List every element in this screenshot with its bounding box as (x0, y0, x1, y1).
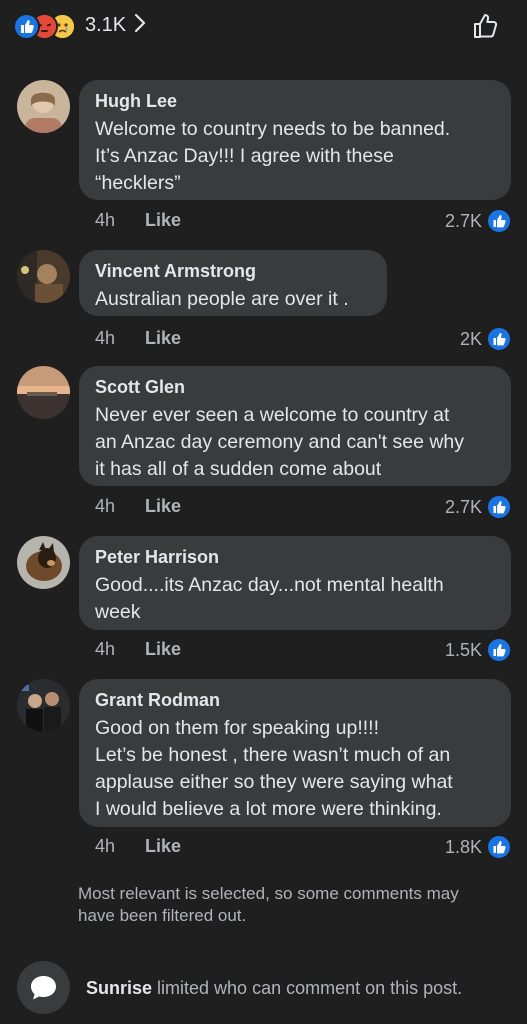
comment-bubble[interactable]: Hugh Lee Welcome to country needs to be … (79, 80, 511, 200)
like-icon (486, 494, 512, 520)
like-icon (486, 208, 512, 234)
comment-meta: 4h Like (95, 328, 181, 349)
avatar[interactable] (17, 80, 70, 133)
comment-bubble[interactable]: Scott Glen Never ever seen a welcome to … (79, 366, 511, 486)
like-button[interactable]: Like (145, 496, 181, 517)
comment-like-count[interactable]: 2.7K (445, 208, 512, 234)
comment-text: Good....its Anzac day...not mental healt… (95, 574, 444, 623)
avatar[interactable] (17, 679, 70, 732)
reaction-count: 3.1K (85, 13, 127, 36)
like-count-value: 1.8K (444, 836, 482, 857)
top-bar: 3.1K (0, 0, 527, 50)
like-icon (13, 13, 40, 40)
like-button[interactable]: Like (145, 836, 181, 857)
comment-meta: 4h Like (95, 496, 181, 517)
comment-time[interactable]: 4h (95, 496, 115, 517)
like-button[interactable]: Like (145, 328, 181, 349)
chevron-right-icon (134, 13, 146, 38)
comment-author[interactable]: Hugh Lee (95, 90, 495, 112)
comment-like-count[interactable]: 2K (460, 326, 512, 352)
restriction-text: limited who can comment on this post. (152, 978, 463, 998)
restriction-message: Sunrise limited who can comment on this … (86, 978, 462, 999)
avatar[interactable] (17, 366, 70, 419)
comment-time[interactable]: 4h (95, 836, 115, 857)
comment-text: Welcome to country needs to be banned. I… (95, 118, 451, 194)
comment-time[interactable]: 4h (95, 328, 115, 349)
comment-meta: 4h Like (95, 210, 181, 231)
comment-bubble[interactable]: Grant Rodman Good on them for speaking u… (79, 679, 511, 827)
filter-notice: Most relevant is selected, so some comme… (78, 884, 459, 925)
comment-like-count[interactable]: 1.5K (445, 637, 512, 663)
comment-time[interactable]: 4h (95, 639, 115, 660)
thumbs-up-icon[interactable] (471, 11, 501, 41)
like-count-value: 2K (459, 328, 482, 349)
like-count-value: 1.5K (444, 639, 482, 660)
reactions-summary[interactable]: 3.1K (13, 11, 146, 40)
page-name[interactable]: Sunrise (86, 978, 152, 998)
comment-author[interactable]: Grant Rodman (95, 689, 495, 711)
comment-bubble[interactable]: Vincent Armstrong Australian people are … (79, 250, 387, 316)
comment-time[interactable]: 4h (95, 210, 115, 231)
comment-like-count[interactable]: 2.7K (445, 494, 512, 520)
comment-bubble[interactable]: Peter Harrison Good....its Anzac day...n… (79, 536, 511, 630)
comment-meta: 4h Like (95, 639, 181, 660)
comment-restriction-footer: Sunrise limited who can comment on this … (0, 958, 527, 1018)
avatar[interactable] (17, 250, 70, 303)
reaction-icons (13, 11, 85, 40)
like-button[interactable]: Like (145, 210, 181, 231)
comment-author[interactable]: Vincent Armstrong (95, 260, 371, 282)
like-icon (486, 326, 512, 352)
like-count-value: 2.7K (444, 210, 482, 231)
comment-meta: 4h Like (95, 836, 181, 857)
avatar[interactable] (17, 536, 70, 589)
comment-text: Good on them for speaking up!!!! Let’s b… (95, 717, 453, 820)
like-count-value: 2.7K (444, 496, 482, 517)
comment-bubble-icon (17, 961, 70, 1014)
comment-text: Australian people are over it . (95, 288, 349, 310)
comment-text: Never ever seen a welcome to country at … (95, 404, 465, 480)
comment-author[interactable]: Peter Harrison (95, 546, 495, 568)
like-icon (486, 637, 512, 663)
comment-like-count[interactable]: 1.8K (445, 834, 512, 860)
comment-author[interactable]: Scott Glen (95, 376, 495, 398)
like-icon (486, 834, 512, 860)
like-button[interactable]: Like (145, 639, 181, 660)
